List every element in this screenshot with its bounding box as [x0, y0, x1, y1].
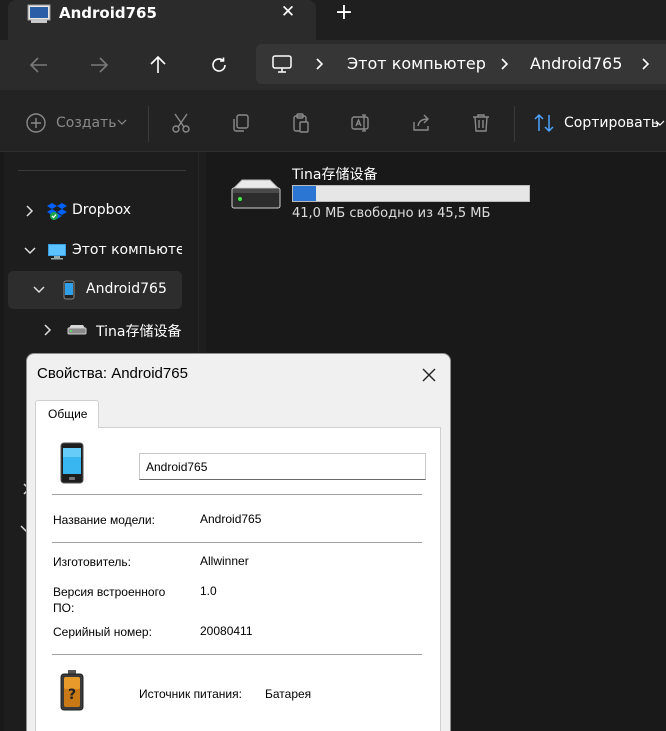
serial-value: 20080411 [200, 624, 253, 638]
plus-circle-icon [26, 113, 46, 133]
create-label: Создать [56, 115, 117, 131]
sort-icon [534, 113, 554, 133]
title-bar: Android765 ✕ + [0, 0, 666, 40]
delete-icon[interactable] [470, 112, 492, 134]
chevron-right-icon [642, 58, 650, 70]
model-value: Android765 [200, 512, 262, 526]
chevron-down-icon [117, 119, 127, 125]
drive-usage-bar [292, 185, 530, 202]
power-source-label: Источник питания: [139, 687, 242, 701]
refresh-button[interactable] [204, 50, 234, 80]
chevron-down-icon[interactable] [24, 244, 36, 258]
device-name-field[interactable] [139, 453, 426, 480]
chevron-right-icon [501, 58, 509, 70]
share-icon[interactable] [410, 112, 432, 134]
general-tab-panel: Название модели: Android765 Изготовитель… [35, 427, 441, 731]
breadcrumb-this-pc[interactable]: Этот компьютер [347, 54, 486, 73]
address-bar[interactable]: Этот компьютер Android765 [256, 44, 666, 84]
hard-drive-icon [231, 179, 281, 209]
sidebar-item-label: Tina存储设备 [96, 324, 182, 340]
chevron-right-icon[interactable] [42, 323, 54, 337]
toolbar-divider [514, 106, 515, 142]
drive-tile-tina-storage[interactable]: Tina存储设备 41,0 МБ свободно из 45,5 МБ [226, 160, 546, 230]
monitor-icon [272, 55, 292, 73]
sidebar-item-dropbox[interactable]: Dropbox [8, 192, 182, 230]
sidebar-item-android765[interactable]: Android765 [8, 271, 182, 309]
chevron-down-icon[interactable] [33, 283, 45, 297]
chevron-down-icon [655, 120, 665, 126]
sidebar-item-this-pc[interactable]: Этот компьютер [8, 232, 182, 270]
dialog-divider [52, 494, 422, 495]
mobile-device-icon [60, 442, 84, 484]
tab-title: Android765 [59, 4, 157, 22]
firmware-value: 1.0 [200, 584, 217, 598]
rename-icon[interactable] [350, 112, 372, 134]
back-button[interactable] [24, 50, 54, 80]
close-icon[interactable] [418, 364, 440, 386]
tab-general[interactable]: Общие [35, 400, 99, 428]
computer-icon [48, 244, 66, 260]
arrow-up-icon [150, 55, 166, 73]
sidebar-item-label: Dropbox [72, 202, 131, 218]
refresh-icon [212, 57, 226, 72]
arrow-left-icon [29, 57, 47, 73]
power-source-value: Батарея [265, 687, 312, 701]
drive-icon [67, 325, 87, 335]
svg-text:?: ? [68, 687, 76, 703]
model-label: Название модели: [53, 513, 155, 527]
dialog-divider [52, 542, 422, 543]
toolbar-divider [148, 106, 149, 142]
sort-label: Сортировать [564, 115, 660, 131]
sidebar-item-label: Android765 [86, 281, 167, 297]
drive-usage-fill [293, 186, 317, 201]
paste-icon[interactable] [290, 112, 312, 134]
battery-icon: ? [60, 670, 84, 711]
phone-icon [63, 280, 75, 300]
device-window-icon [27, 4, 51, 23]
new-tab-button[interactable]: + [333, 1, 355, 25]
serial-label: Серийный номер: [53, 625, 152, 639]
chevron-right-icon [316, 58, 324, 70]
manufacturer-value: Allwinner [200, 554, 249, 568]
breadcrumb-android765[interactable]: Android765 [530, 54, 622, 73]
dialog-divider [52, 654, 422, 655]
close-tab-icon[interactable]: ✕ [278, 1, 298, 23]
drive-free-space: 41,0 МБ свободно из 45,5 МБ [292, 206, 491, 221]
forward-button[interactable] [84, 50, 114, 80]
firmware-label: Версия встроенного ПО: [53, 585, 166, 615]
cut-icon[interactable] [170, 112, 192, 134]
properties-dialog: Свойства: Android765 Общие Название моде… [26, 353, 451, 731]
dropbox-icon [47, 203, 67, 220]
up-button[interactable] [143, 50, 173, 80]
dialog-title: Свойства: Android765 [37, 365, 188, 382]
tab-general-label: Общие [48, 407, 88, 421]
sidebar-item-tina-storage[interactable]: Tina存储设备 [8, 311, 182, 349]
sidebar-item-label: Этот компьютер [72, 242, 182, 258]
tab-android765[interactable]: Android765 ✕ [8, 0, 316, 40]
drive-name: Tina存储设备 [292, 167, 378, 183]
arrow-right-icon [91, 57, 109, 73]
command-bar: Создать Сортировать [0, 90, 666, 152]
copy-icon[interactable] [230, 112, 252, 134]
manufacturer-label: Изготовитель: [53, 555, 131, 569]
navigation-bar: Этот компьютер Android765 [0, 40, 666, 90]
nav-divider [18, 170, 186, 171]
chevron-right-icon[interactable] [24, 204, 36, 218]
